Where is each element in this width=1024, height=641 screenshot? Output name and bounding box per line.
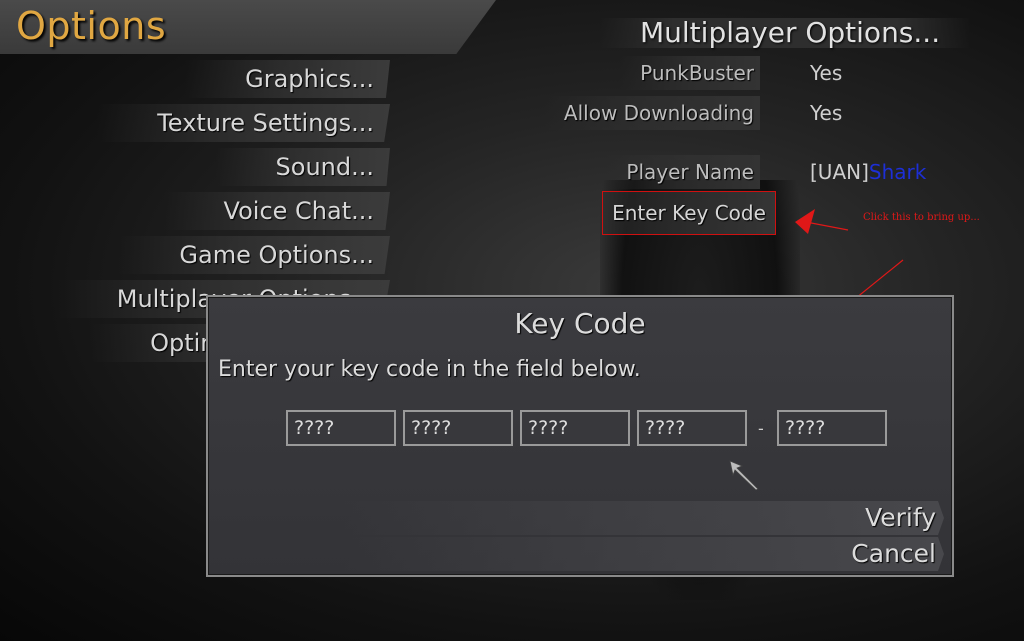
mouse-cursor-icon bbox=[729, 460, 759, 490]
key-code-field-2[interactable] bbox=[403, 410, 513, 446]
dialog-title: Key Code bbox=[514, 307, 646, 340]
dialog-instruction: Enter your key code in the field below. bbox=[218, 357, 641, 382]
key-code-separator: - bbox=[758, 419, 764, 438]
menu-item-voice-chat[interactable]: Voice Chat... bbox=[163, 192, 390, 230]
player-name-label[interactable]: Player Name bbox=[606, 155, 760, 189]
player-nickname: Shark bbox=[868, 160, 927, 184]
key-code-dialog: Key Code Enter your key code in the fiel… bbox=[206, 295, 954, 577]
punkbuster-value[interactable]: Yes bbox=[810, 56, 842, 90]
enter-key-code-button[interactable]: Enter Key Code bbox=[602, 191, 776, 235]
menu-item-graphics[interactable]: Graphics... bbox=[185, 60, 390, 98]
menu-item-texture-settings[interactable]: Texture Settings... bbox=[97, 104, 390, 142]
annotation-text: Click this to bring up... bbox=[863, 212, 980, 223]
allow-downloading-label[interactable]: Allow Downloading bbox=[543, 96, 760, 130]
allow-downloading-value[interactable]: Yes bbox=[810, 96, 842, 130]
page-title: Options bbox=[16, 4, 167, 48]
menu-item-game-options[interactable]: Game Options... bbox=[119, 236, 390, 274]
key-code-field-3[interactable] bbox=[520, 410, 630, 446]
punkbuster-label[interactable]: PunkBuster bbox=[620, 56, 760, 90]
verify-button[interactable]: Verify bbox=[344, 501, 944, 535]
clan-tag: [UAN] bbox=[810, 160, 869, 184]
cancel-button[interactable]: Cancel bbox=[344, 537, 944, 571]
player-name-value[interactable]: [UAN]Shark bbox=[810, 155, 926, 189]
key-code-field-4[interactable] bbox=[637, 410, 747, 446]
menu-item-sound[interactable]: Sound... bbox=[215, 148, 390, 186]
annotation-arrow-to-button bbox=[795, 209, 849, 234]
key-code-field-5[interactable] bbox=[777, 410, 887, 446]
multiplayer-options-title: Multiplayer Options... bbox=[640, 16, 941, 49]
key-code-field-1[interactable] bbox=[286, 410, 396, 446]
